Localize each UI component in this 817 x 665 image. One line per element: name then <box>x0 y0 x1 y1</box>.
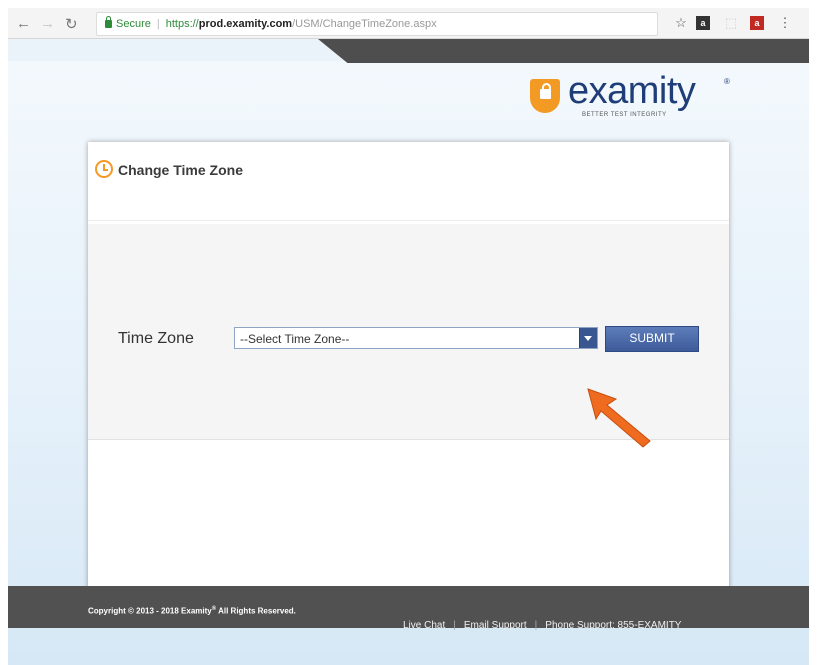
reload-icon[interactable]: ↻ <box>65 15 78 33</box>
logo-registered-mark: ® <box>724 77 730 86</box>
secure-label: Secure <box>116 18 151 30</box>
page: examity ® BETTER TEST INTEGRITY Change T… <box>8 39 809 665</box>
url-host: prod.examity.com <box>198 18 293 30</box>
extension-icon[interactable]: a <box>696 16 710 30</box>
orange-pointer-arrow-icon <box>587 388 651 448</box>
change-time-zone-card: Change Time Zone Time Zone --Select Time… <box>88 142 729 592</box>
time-zone-selected-value: --Select Time Zone-- <box>240 332 350 346</box>
rights-text: All Rights Reserved. <box>218 606 296 616</box>
forward-arrow-icon[interactable]: → <box>40 15 55 32</box>
shield-lock-icon <box>530 79 560 113</box>
url-scheme: https:// <box>165 18 199 30</box>
address-bar[interactable]: Secure | https://prod.examity.com/USM/Chan… <box>96 12 658 36</box>
header-dark-band <box>318 39 809 63</box>
star-bookmark-icon[interactable]: ☆ <box>674 16 688 30</box>
clock-icon <box>95 160 113 178</box>
url-path: /USM/ChangeTimeZone.aspx <box>292 18 437 30</box>
menu-kebab-icon[interactable]: ⋮ <box>778 16 792 30</box>
copyright-registered-mark: ® <box>211 606 217 612</box>
address-separator: | <box>156 18 160 30</box>
browser-toolbar: ← → ↻ Secure | https://prod.examity.com/US… <box>8 8 809 39</box>
live-chat-link[interactable]: Live Chat <box>403 620 445 631</box>
card-header: Change Time Zone <box>88 142 729 221</box>
time-zone-select[interactable]: --Select Time Zone-- <box>234 327 598 349</box>
copyright-holder: Copyright © 2013 - 2018 Examity <box>88 606 212 616</box>
extension-icon[interactable]: a <box>750 16 764 30</box>
site-footer: Copyright © 2013 - 2018 Examity® All Rig… <box>8 586 809 631</box>
examity-logo[interactable]: examity ® BETTER TEST INTEGRITY <box>530 69 740 129</box>
lock-icon <box>105 16 112 28</box>
email-support-link[interactable]: Email Support <box>464 620 527 631</box>
logo-tagline: BETTER TEST INTEGRITY <box>582 112 667 118</box>
submit-button[interactable]: SUBMIT <box>605 326 699 352</box>
time-zone-label: Time Zone <box>118 330 194 347</box>
back-arrow-icon[interactable]: ← <box>16 15 31 32</box>
logo-wordmark: examity <box>568 70 696 112</box>
page-title: Change Time Zone <box>118 162 243 178</box>
phone-support-link[interactable]: Phone Support: 855-EXAMITY <box>545 620 681 631</box>
chevron-down-icon[interactable] <box>579 328 597 348</box>
extension-icon[interactable]: ⬚ <box>724 16 738 30</box>
copyright-text: Copyright © 2013 - 2018 Examity® All Rig… <box>88 606 296 616</box>
footer-links: Live Chat | Email Support | Phone Support: 8… <box>403 620 682 631</box>
